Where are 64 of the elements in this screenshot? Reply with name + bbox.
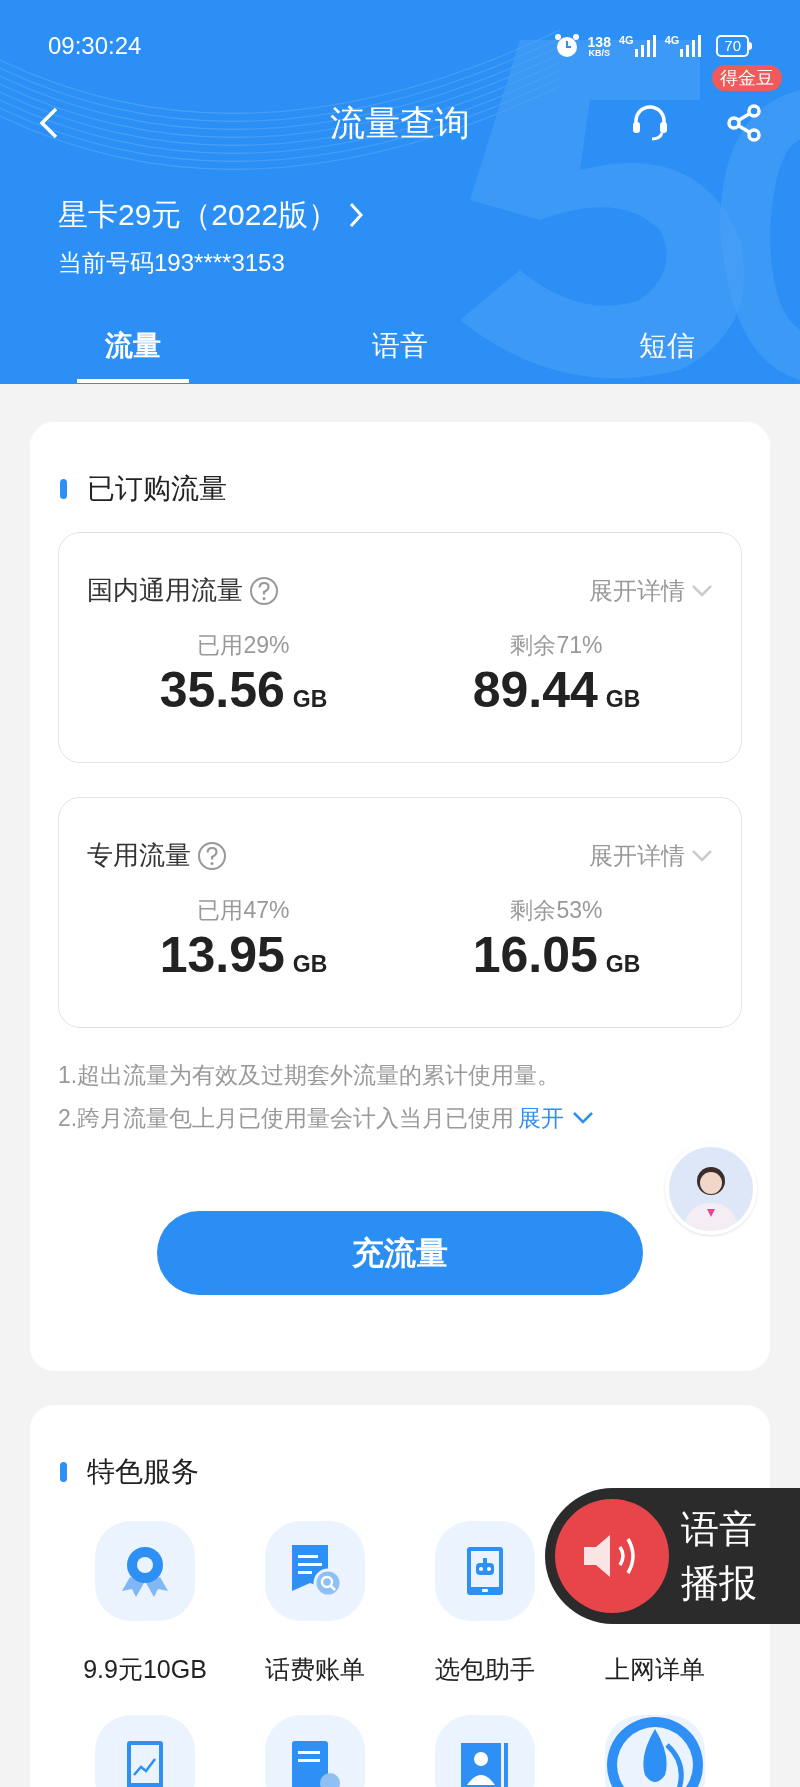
section-title: 已订购流量 [87,472,227,506]
battery-level: 70 [716,35,749,57]
water-drop-icon [605,1714,705,1787]
service-button[interactable] [265,1714,365,1787]
coin-reward-badge[interactable]: 得金豆 [712,65,782,91]
used-percent: 已用29% [197,631,290,660]
chevron-down-icon [691,848,713,863]
unit-label: GB [292,684,328,714]
voice-broadcast-label: 语音 [681,1507,757,1552]
share-icon[interactable] [724,103,764,143]
service-button[interactable] [95,1714,195,1787]
tab[interactable]: 短信 [610,325,723,383]
network-type: 4G [618,35,634,46]
service-label: 话费账单 [265,1654,365,1685]
headset-icon[interactable] [630,103,670,143]
phone-robot-icon [465,1545,505,1597]
section-marker [60,1462,67,1482]
status-time: 09:30:24 [48,31,142,61]
chevron-down-icon [691,583,713,598]
service-button[interactable] [435,1521,535,1621]
voice-broadcast-panel[interactable]: 语音 播报 [545,1488,800,1624]
tab[interactable]: 语音 [344,325,456,383]
chart-tablet-icon [125,1738,165,1787]
help-icon [197,840,227,871]
pool-name: 国内通用流量 [87,574,243,607]
pool-name: 专用流量 [87,839,191,872]
remaining-amount: 89.44 [472,664,598,715]
used-amount: 13.95 [159,929,285,980]
service-button[interactable] [95,1521,195,1621]
service-label: 9.9元10GB [83,1654,207,1685]
alarm-icon [553,33,580,59]
used-amount: 35.56 [159,664,285,715]
unit-label: GB [605,949,641,979]
phone-number: 当前号码193****3153 [58,249,285,276]
signal-icon [680,35,703,57]
service-button[interactable] [435,1714,535,1787]
help-icon [249,575,279,606]
note-text: 1.超出流量为有效及过期套外流量的累计使用量。 [58,1061,562,1090]
voice-broadcast-label: 播报 [681,1561,757,1606]
tab[interactable]: 流量 [77,325,190,383]
section-marker [60,479,67,499]
note-text: 2.跨月流量包上月已使用量会计入当月已使用 [58,1103,515,1133]
network-type: 4G [664,35,680,46]
service-label: 选包助手 [435,1654,535,1685]
unit-label: GB [605,684,641,714]
remaining-percent: 剩余71% [510,631,603,660]
page-title: 流量查询 [330,101,470,144]
chevron-down-icon [572,1110,595,1125]
expand-details-link[interactable]: 展开详情 [589,837,685,874]
service-label: 上网详单 [605,1654,705,1685]
top-up-button[interactable]: 充流量 [157,1211,643,1295]
plan-name[interactable]: 星卡29元（2022版） [58,192,339,237]
section-title: 特色服务 [87,1455,199,1489]
remaining-amount: 16.05 [472,929,598,980]
signal-icon [634,35,657,57]
unit-label: GB [292,949,328,979]
service-button[interactable] [265,1521,365,1621]
speed-unit: KB/S [588,48,610,58]
remaining-percent: 剩余53% [510,896,603,925]
used-percent: 已用47% [197,896,290,925]
service-button[interactable] [605,1714,705,1787]
expand-notes-link[interactable]: 展开 [518,1100,565,1135]
network-speed: 138 [587,34,611,49]
expand-details-link[interactable]: 展开详情 [589,572,685,609]
